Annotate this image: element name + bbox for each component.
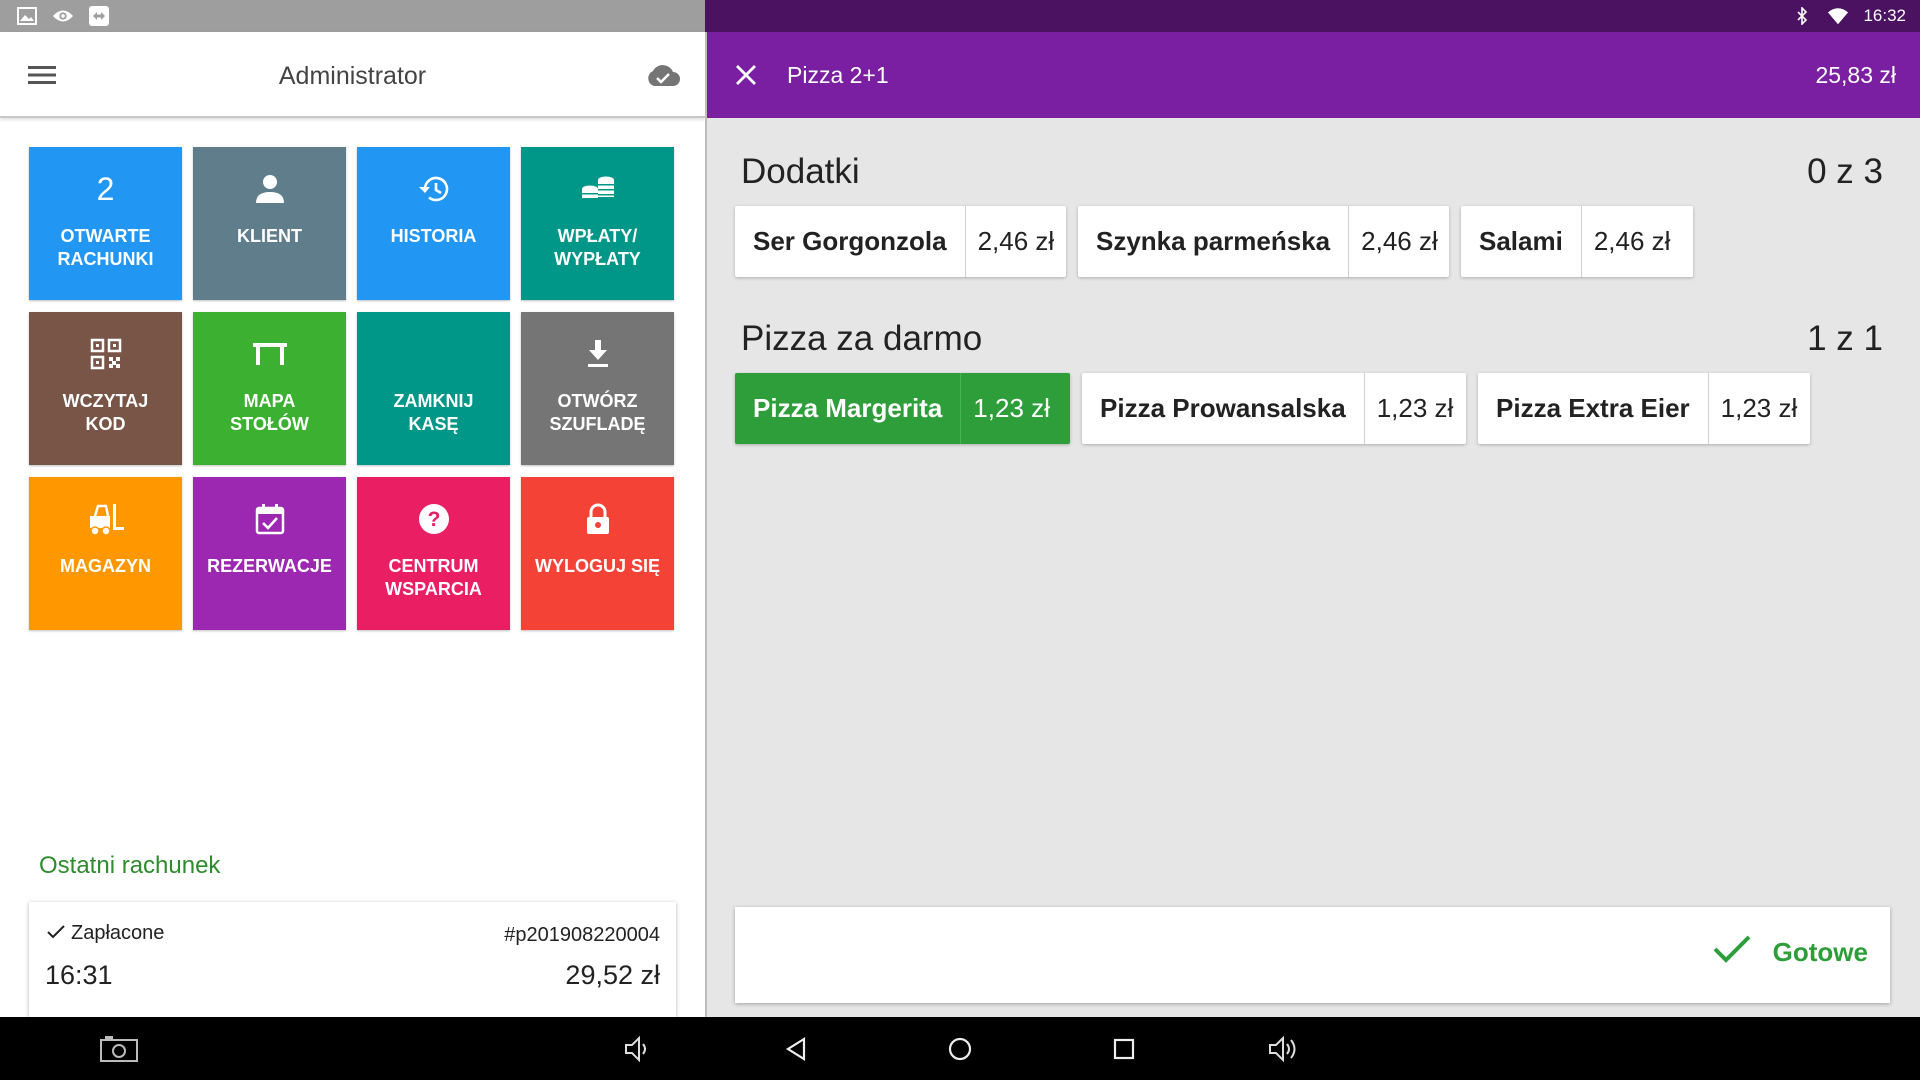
- tile-label: HISTORIA: [390, 226, 477, 246]
- lock-icon: [585, 499, 611, 539]
- done-bar: Gotowe: [735, 907, 1890, 1003]
- left-pane: Administrator 2 OTWARTE RACHUNKI KLIENT …: [0, 32, 705, 1017]
- receipt-amount: 29,52 zł: [565, 960, 660, 990]
- tile-label: ZAMKNIJ KASĘ: [393, 391, 474, 434]
- recents-icon[interactable]: [1103, 1028, 1145, 1070]
- back-icon[interactable]: [775, 1028, 817, 1070]
- option-pizza-prowansalska[interactable]: Pizza Prowansalska 1,23 zł: [1082, 373, 1466, 444]
- option-ser-gorgonzola[interactable]: Ser Gorgonzola 2,46 zł: [735, 206, 1066, 277]
- tile-label: KLIENT: [237, 226, 302, 246]
- option-name: Pizza Margerita: [735, 373, 962, 444]
- option-price: 1,23 zł: [1720, 393, 1798, 423]
- receipt-status: Zapłacone: [47, 922, 164, 945]
- tile-label: REZERWACJE: [207, 556, 332, 576]
- group-title-addons: Dodatki: [741, 152, 860, 191]
- option-name: Salami: [1461, 206, 1582, 277]
- product-title: Pizza 2+1: [787, 62, 889, 88]
- tile-open-bills[interactable]: 2 OTWARTE RACHUNKI: [29, 147, 182, 300]
- person-icon: [254, 169, 286, 209]
- tile-label: WPŁATY/ WYPŁATY: [554, 226, 641, 269]
- tile-label: OTWARTE RACHUNKI: [57, 226, 154, 269]
- home-icon[interactable]: [939, 1028, 981, 1070]
- table-icon: [252, 334, 288, 374]
- open-bills-count: 2: [96, 170, 115, 207]
- tile-label: WCZYTAJ KOD: [62, 391, 149, 434]
- tile-label: MAGAZYN: [60, 556, 151, 576]
- tile-warehouse[interactable]: MAGAZYN: [29, 477, 182, 630]
- tile-client[interactable]: KLIENT: [193, 147, 346, 300]
- option-price: 1,23 zł: [973, 393, 1050, 423]
- tile-label: WYLOGUJ SIĘ: [534, 556, 660, 576]
- status-bar-right: 16:32: [705, 0, 1920, 32]
- tile-label: CENTRUM WSPARCIA: [385, 556, 482, 599]
- volume-down-icon[interactable]: [616, 1028, 658, 1070]
- bluetooth-icon: [1791, 5, 1813, 27]
- close-icon[interactable]: [729, 58, 763, 92]
- tiles-grid: 2 OTWARTE RACHUNKI KLIENT HISTORIA WPŁAT…: [29, 147, 674, 630]
- svg-text:?: ?: [427, 508, 440, 531]
- receipt-status-label: Zapłacone: [71, 922, 165, 944]
- group-count-free-pizza: 1 z 1: [1807, 319, 1883, 358]
- tile-open-drawer[interactable]: OTWÓRZ SZUFLADĘ: [521, 312, 674, 465]
- tile-scan-code[interactable]: WCZYTAJ KOD: [29, 312, 182, 465]
- image-icon: [16, 5, 38, 27]
- screenshot-icon[interactable]: [98, 1028, 140, 1070]
- tile-history[interactable]: HISTORIA: [357, 147, 510, 300]
- page-title: Administrator: [278, 62, 427, 90]
- tile-logout[interactable]: WYLOGUJ SIĘ: [521, 477, 674, 630]
- history-icon: [417, 169, 451, 209]
- option-name: Ser Gorgonzola: [735, 206, 966, 277]
- teamviewer-icon: [88, 5, 110, 27]
- tile-label: OTWÓRZ SZUFLADĘ: [549, 391, 646, 434]
- option-name: Szynka parmeńska: [1078, 206, 1350, 277]
- tile-table-map[interactable]: MAPA STOŁÓW: [193, 312, 346, 465]
- status-time: 16:32: [1863, 6, 1906, 25]
- help-icon: ?: [418, 499, 450, 539]
- cloud-check-icon[interactable]: [643, 58, 683, 92]
- qr-code-icon: [90, 334, 122, 374]
- check-icon: [1713, 935, 1751, 970]
- right-header: Pizza 2+1 25,83 zł: [707, 32, 1920, 118]
- eye-icon: [52, 5, 74, 27]
- download-icon: [584, 334, 612, 374]
- status-bar-left: [0, 0, 705, 32]
- group-count-addons: 0 z 3: [1807, 152, 1883, 191]
- check-icon: [47, 922, 65, 945]
- forklift-icon: [87, 499, 125, 539]
- group-title-free-pizza: Pizza za darmo: [741, 319, 983, 358]
- calendar-check-icon: [255, 499, 285, 539]
- option-price: 2,46 zł: [1593, 226, 1671, 256]
- option-price: 2,46 zł: [1361, 226, 1438, 256]
- tile-reservations[interactable]: REZERWACJE: [193, 477, 346, 630]
- last-receipt-title: Ostatni rachunek: [39, 852, 221, 879]
- option-price: 1,23 zł: [1376, 393, 1454, 423]
- done-button[interactable]: Gotowe: [1713, 935, 1868, 970]
- wifi-icon: [1827, 5, 1849, 27]
- navigation-bar: [0, 1017, 1920, 1080]
- option-price: 2,46 zł: [977, 226, 1055, 256]
- receipt-number: #p201908220004: [504, 924, 660, 946]
- pane-divider: [705, 32, 707, 1017]
- last-receipt-card[interactable]: Zapłacone #p201908220004 16:31 29,52 zł: [29, 902, 676, 1017]
- left-header: Administrator: [0, 32, 705, 118]
- option-salami[interactable]: Salami 2,46 zł: [1461, 206, 1693, 277]
- option-pizza-margerita[interactable]: Pizza Margerita 1,23 zł: [735, 373, 1070, 444]
- option-szynka-parmenska[interactable]: Szynka parmeńska 2,46 zł: [1078, 206, 1449, 277]
- coins-icon: [580, 169, 616, 209]
- option-name: Pizza Prowansalska: [1082, 373, 1365, 444]
- option-name: Pizza Extra Eier: [1478, 373, 1709, 444]
- tile-deposits-withdrawals[interactable]: WPŁATY/ WYPŁATY: [521, 147, 674, 300]
- option-pizza-extra-eier[interactable]: Pizza Extra Eier 1,23 zł: [1478, 373, 1810, 444]
- product-total: 25,83 zł: [1815, 62, 1896, 88]
- tile-close-register[interactable]: ZAMKNIJ KASĘ: [357, 312, 510, 465]
- done-button-label: Gotowe: [1772, 937, 1868, 967]
- tile-label: MAPA STOŁÓW: [230, 391, 309, 434]
- volume-up-icon[interactable]: [1262, 1028, 1304, 1070]
- receipt-time: 16:31: [45, 960, 113, 990]
- tile-support-center[interactable]: ? CENTRUM WSPARCIA: [357, 477, 510, 630]
